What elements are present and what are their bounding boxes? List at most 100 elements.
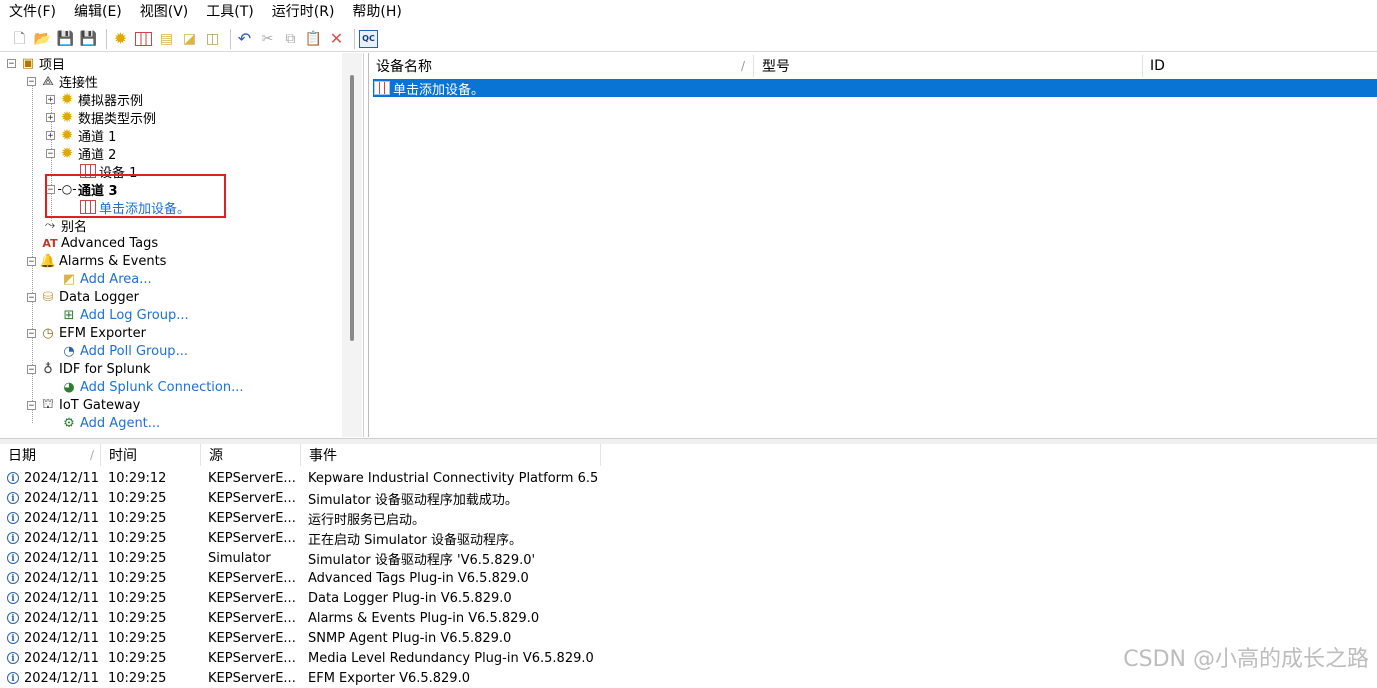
delete-icon[interactable]: ✕ [327,29,346,48]
tree-item-add-splunk[interactable]: ◕ Add Splunk Connection... [61,378,243,396]
save-icon[interactable]: 💾 [56,29,75,48]
tree-item-efm-exporter[interactable]: − ◷ EFM Exporter [27,324,146,342]
tree-item-project[interactable]: − ▣ 项目 [7,54,66,73]
quick-client-icon[interactable]: QC [359,29,378,48]
collapse-icon[interactable]: − [27,292,36,302]
log-time: 10:29:25 [108,610,167,626]
menu-file[interactable]: 文件(F) [0,0,65,25]
log-row[interactable]: i 2024/12/11 10:29:25 KEPServerE... Advanced… [0,568,1377,588]
copy-icon[interactable]: ⧉ [281,29,300,48]
collapse-icon[interactable]: − [27,328,36,338]
tree-label: 通道 1 [78,129,117,145]
undo-icon[interactable]: ↶ [235,29,254,48]
add-log-group-icon: ⊞ [63,307,75,323]
device-list[interactable]: 设备名称 / 型号 ID 单击添加设备。 [368,53,1377,437]
toolbar: 🗋 📂 💾 💾 ✹ ▤ ◪ ◫ ↶ ✂ ⧉ 📋 ✕ QC [0,26,1377,52]
header-label: 事件 [309,448,337,464]
paste-icon[interactable]: 📋 [304,29,323,48]
log-row[interactable]: i 2024/12/11 10:29:25 KEPServerE... 正在启动 Sim… [0,528,1377,548]
log-header-source[interactable]: 源 [201,444,301,466]
alias-icon: ⤳ [44,217,56,233]
info-icon: i [7,672,19,684]
scrollbar-thumb[interactable] [350,75,354,341]
tree-item-datatype-example[interactable]: + ✹ 数据类型示例 [46,108,156,127]
log-header-time[interactable]: 时间 [101,444,201,466]
log-row[interactable]: i 2024/12/11 10:29:12 KEPServerE... Kepware … [0,468,1377,488]
log-row[interactable]: i 2024/12/11 10:29:25 KEPServerE... Alarms &… [0,608,1377,628]
tree-item-iot-gateway[interactable]: − ⛫ IoT Gateway [27,396,140,414]
menu-runtime[interactable]: 运行时(R) [263,0,344,25]
info-icon: i [7,532,19,544]
tree-item-idf-splunk[interactable]: − ♁ IDF for Splunk [27,360,151,378]
menu-tools[interactable]: 工具(T) [197,0,262,25]
device-icon [374,80,390,96]
menu-help[interactable]: 帮助(H) [343,0,410,25]
new-device-icon[interactable] [134,29,153,48]
log-row[interactable]: i 2024/12/11 10:29:25 KEPServerE... Simulato… [0,488,1377,508]
network-icon: ⛫ [42,396,54,412]
log-row[interactable]: i 2024/12/11 10:29:25 Simulator Simulator 设备… [0,548,1377,568]
tree-label: EFM Exporter [59,325,146,341]
log-event: EFM Exporter V6.5.829.0 [308,670,470,686]
tree-item-data-logger[interactable]: − ⛁ Data Logger [27,288,139,306]
tree-item-add-log-group[interactable]: ⊞ Add Log Group... [61,306,189,324]
tree-item-alias[interactable]: ⤳ 别名 [42,216,87,235]
new-icon[interactable]: 🗋 [10,29,29,48]
log-source: KEPServerE... [208,610,296,626]
tree-item-simulator-example[interactable]: + ✹ 模拟器示例 [46,90,143,109]
log-date: 2024/12/11 [24,630,99,646]
add-device-row[interactable]: 单击添加设备。 [373,79,1377,98]
expand-icon[interactable]: + [46,94,55,104]
log-source: KEPServerE... [208,530,296,546]
column-header-id[interactable]: ID [1143,55,1377,77]
column-header-model[interactable]: 型号 [755,55,1143,77]
collapse-icon[interactable]: − [27,256,36,266]
collapse-icon[interactable]: − [27,400,36,410]
save-as-icon[interactable]: 💾 [79,29,98,48]
collapse-icon[interactable]: − [27,76,36,86]
tree-item-connectivity[interactable]: − ⟁ 连接性 [27,72,99,91]
collapse-icon[interactable]: − [7,58,16,68]
new-group-icon[interactable]: ▤ [157,29,176,48]
tree-item-add-poll-group[interactable]: ◔ Add Poll Group... [61,342,188,360]
new-tag-icon[interactable]: ◪ [180,29,199,48]
log-event: SNMP Agent Plug-in V6.5.829.0 [308,630,512,646]
tree-item-advanced-tags[interactable]: AT Advanced Tags [42,234,158,252]
tree-label: Add Log Group... [80,307,189,323]
tree-item-channel-1[interactable]: + ✹ 通道 1 [46,126,117,145]
menu-view[interactable]: 视图(V) [131,0,198,25]
log-source: KEPServerE... [208,510,296,526]
info-icon: i [7,472,19,484]
expand-icon[interactable]: + [46,130,55,140]
log-header-event[interactable]: 事件 [301,444,601,466]
new-channel-icon[interactable]: ✹ [111,29,130,48]
tree-item-add-agent[interactable]: ⚙ Add Agent... [61,414,160,432]
tree-label: 项目 [39,57,66,73]
log-event: 正在启动 Simulator 设备驱动程序。 [308,532,523,548]
collapse-icon[interactable]: − [27,364,36,374]
expand-icon[interactable]: + [46,112,55,122]
channel-gear-icon: ✹ [60,144,74,162]
tree-item-add-area[interactable]: ◩ Add Area... [61,270,152,288]
event-log[interactable]: 日期 / 时间 源 事件 i 2024/12/11 10:29:12 KEPServe… [0,444,1377,686]
bulk-tag-icon[interactable]: ◫ [203,29,222,48]
log-time: 10:29:25 [108,630,167,646]
tree-item-alarms-events[interactable]: − 🔔 Alarms & Events [27,252,166,270]
log-row[interactable]: i 2024/12/11 10:29:25 KEPServerE... Data Log… [0,588,1377,608]
collapse-icon[interactable]: − [46,148,55,158]
tree-scrollbar[interactable] [342,53,362,437]
info-icon: i [7,632,19,644]
tree-label: 连接性 [59,75,99,91]
menu-edit[interactable]: 编辑(E) [65,0,131,25]
open-icon[interactable]: 📂 [33,29,52,48]
log-time: 10:29:25 [108,590,167,606]
project-tree[interactable]: − ▣ 项目 − ⟁ 连接性 + ✹ 模拟器示例 + ✹ 数据类型示例 + ✹ … [0,53,364,437]
tree-item-channel-2[interactable]: − ✹ 通道 2 [46,144,116,163]
toolbar-separator [230,28,231,49]
cut-icon[interactable]: ✂ [258,29,277,48]
project-icon: ▣ [21,55,35,71]
log-header-date[interactable]: 日期 / [0,444,101,466]
bell-icon: 🔔 [39,253,57,269]
column-header-device-name[interactable]: 设备名称 / [369,55,754,77]
log-row[interactable]: i 2024/12/11 10:29:25 KEPServerE... 运行时服务已启动… [0,508,1377,528]
